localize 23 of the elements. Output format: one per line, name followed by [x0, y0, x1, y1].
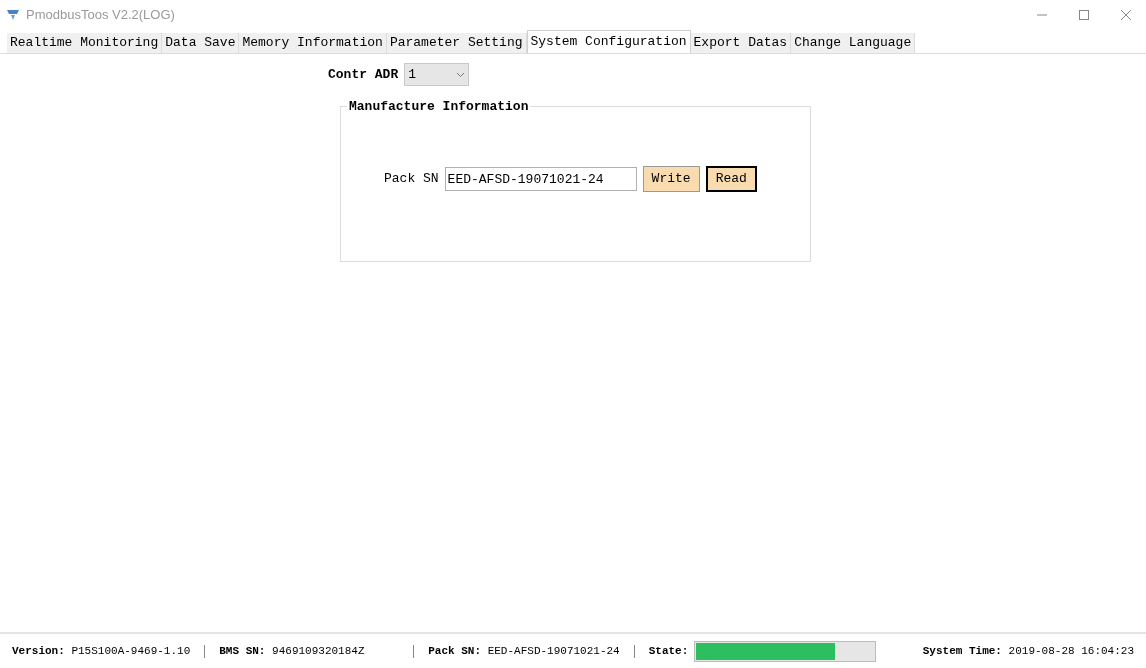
close-icon[interactable] — [1120, 9, 1132, 21]
window-title: PmodbusToos V2.2(LOG) — [26, 6, 175, 25]
tab[interactable]: Export Datas — [690, 33, 792, 53]
pack-sn-text: Pack SN: EED-AFSD-19071021-24 — [428, 643, 620, 659]
version-text: Version: P15S100A-9469-1.10 — [12, 643, 191, 659]
pack-sn-field[interactable]: EED-AFSD-19071021-24 — [444, 167, 637, 191]
app-icon — [6, 9, 20, 21]
field-label: Contr ADR — [328, 65, 399, 84]
tab[interactable]: Change Language — [791, 33, 916, 53]
tab[interactable]: Realtime Monitoring — [7, 33, 163, 53]
bms-sn-text: BMS SN: 9469109320184Z — [219, 644, 365, 657]
tab[interactable]: Memory Information — [239, 33, 387, 53]
action-button[interactable]: Write — [642, 166, 700, 192]
address-dropdown[interactable]: 1 — [404, 63, 470, 86]
maximize-icon[interactable] — [1078, 9, 1090, 21]
tab[interactable]: Parameter Setting — [386, 33, 527, 53]
state-label: State: — [648, 643, 689, 659]
tab[interactable]: Data Save — [162, 33, 240, 53]
chevron-down-icon — [456, 71, 466, 78]
tab[interactable]: System Configuration — [526, 30, 691, 53]
system-time-text: System Time: 2019-08-28 16:04:23 — [922, 644, 1134, 657]
field-label: Pack SN — [384, 170, 439, 189]
action-button[interactable]: Read — [705, 166, 757, 192]
